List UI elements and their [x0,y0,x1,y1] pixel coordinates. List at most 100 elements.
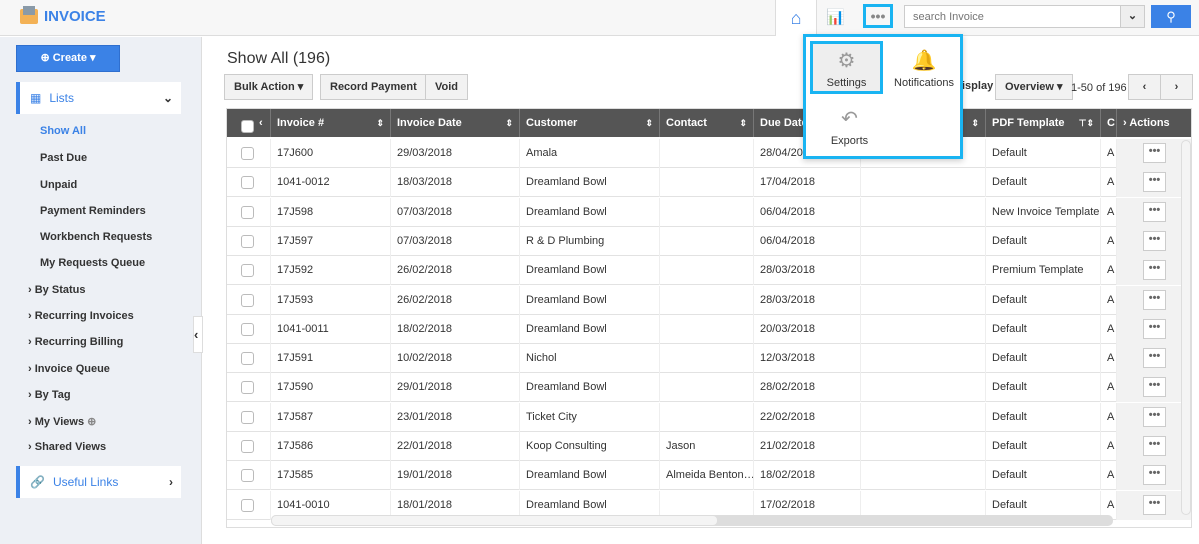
column-header[interactable]: › Actions [1117,109,1191,137]
bulk-action-button[interactable]: Bulk Action ▾ [224,74,314,100]
row-checkbox[interactable] [241,469,254,483]
useful-links-panel[interactable]: 🔗 Useful Links › [16,466,181,498]
sidebar-item-my-requests-queue[interactable]: My Requests Queue [40,257,145,269]
table-row[interactable]: 17J598 07/03/2018 Dreamland Bowl 06/04/2018… [227,197,1191,227]
row-actions-button[interactable]: ••• [1143,348,1166,369]
home-icon[interactable]: ⌂ [775,0,817,36]
table-row[interactable]: 17J600 29/03/2018 Amala 28/04/2018 Default A •… [227,139,1191,168]
horizontal-scrollbar[interactable] [271,515,1113,526]
column-header[interactable]: Customer ⇕ [520,109,660,137]
vertical-scrollbar[interactable] [1181,140,1191,515]
sort-icon[interactable]: ⇕ [971,109,979,137]
chevron-left-icon[interactable]: ‹ [259,109,263,137]
table-row[interactable]: 17J591 10/02/2018 Nichol 12/03/2018 Default A… [227,344,1191,374]
sidebar-item-show-all[interactable]: Show All [40,125,86,137]
row-actions-button[interactable]: ••• [1143,318,1166,339]
sort-icon[interactable]: ⇕ [645,109,653,137]
row-actions-button[interactable]: ••• [1143,377,1166,398]
row-actions-button[interactable]: ••• [1143,406,1166,427]
row-checkbox[interactable] [241,176,254,190]
row-actions-button[interactable]: ••• [1143,143,1166,163]
table-cell: 17J586 [271,432,391,461]
sidebar-group-recurring-billing[interactable]: › Recurring Billing [28,336,123,348]
bar-chart-icon[interactable]: 📊 [826,8,845,26]
row-checkbox[interactable] [241,440,254,453]
sort-icon[interactable]: ⇕ [505,109,513,137]
table-cell: Default [986,285,1101,315]
add-view-icon[interactable]: ⊕ [87,416,96,428]
notifications-menu-item[interactable]: 🔔 Notifications [886,44,962,89]
row-checkbox[interactable] [241,322,254,336]
row-checkbox[interactable] [241,264,254,278]
search-input[interactable] [905,6,1120,27]
sort-icon[interactable]: ⇕ [739,109,747,137]
table-row[interactable]: 17J587 23/01/2018 Ticket City 22/02/2018 Def… [227,402,1191,432]
record-payment-button[interactable]: Record Payment [320,74,427,100]
select-all-header: ‹ [227,109,271,137]
table-row[interactable]: 17J592 26/02/2018 Dreamland Bowl 28/03/2018… [227,256,1191,286]
row-select-cell [227,432,271,461]
table-cell: 17J590 [271,373,391,403]
sidebar-item-workbench-requests[interactable]: Workbench Requests [40,231,152,243]
row-actions-button[interactable]: ••• [1143,465,1166,486]
collapse-sidebar-button[interactable]: ‹ [193,316,203,353]
row-actions-button[interactable]: ••• [1143,436,1166,456]
search-button[interactable]: ⚲ [1151,5,1191,28]
more-options-button[interactable]: ••• [863,4,893,28]
sort-icon[interactable]: ⇕ [376,109,384,137]
sidebar-item-payment-reminders[interactable]: Payment Reminders [40,205,146,217]
row-checkbox[interactable] [241,381,254,395]
table-cell: 23/01/2018 [391,402,520,432]
scroll-thumb[interactable] [271,515,718,526]
sidebar-group-invoice-queue[interactable]: › Invoice Queue [28,363,110,375]
lists-panel[interactable]: ▦ Lists ⌄ [16,82,181,114]
row-actions-button[interactable]: ••• [1143,201,1166,222]
sidebar-item-past-due[interactable]: Past Due [40,152,87,164]
row-actions-button[interactable]: ••• [1143,260,1166,281]
table-cell [861,226,986,256]
table-cell: 10/02/2018 [391,344,520,374]
column-header[interactable]: Contact ⇕ [660,109,754,137]
sort-icon[interactable]: ⊤⇕ [1079,109,1094,137]
row-actions-button[interactable]: ••• [1143,494,1166,515]
row-checkbox[interactable] [241,352,254,366]
table-row[interactable]: 17J593 26/02/2018 Dreamland Bowl 28/03/2018… [227,285,1191,315]
row-checkbox[interactable] [241,498,254,512]
table-row[interactable]: 1041-0012 18/03/2018 Dreamland Bowl 17/04/2… [227,168,1191,198]
row-actions-button[interactable]: ••• [1143,230,1166,251]
row-checkbox[interactable] [241,410,254,424]
table-row[interactable]: 17J585 19/01/2018 Dreamland Bowl Almeida Be… [227,461,1191,491]
column-header[interactable]: Invoice Date ⇕ [391,109,520,137]
column-header[interactable]: C [1101,109,1117,137]
column-header[interactable]: Invoice # ⇕ [271,109,391,137]
row-actions-button[interactable]: ••• [1143,289,1166,310]
create-button[interactable]: ⊕ Create ▾ [16,45,120,72]
column-header[interactable]: PDF Template ⊤⇕ [986,109,1101,137]
table-row[interactable]: 17J597 07/03/2018 R & D Plumbing 06/04/2018… [227,226,1191,256]
table-row[interactable]: 17J586 22/01/2018 Koop Consulting Jason 21/0… [227,432,1191,461]
table-cell: 18/02/2018 [754,461,861,491]
app-logo[interactable]: INVOICE [20,6,106,25]
display-select[interactable]: Overview ▾ [995,74,1073,100]
sidebar-group-my-views[interactable]: › My Views ⊕ [28,415,96,428]
prev-page-button[interactable]: ‹ [1128,74,1161,100]
row-checkbox[interactable] [241,234,254,248]
void-button[interactable]: Void [425,74,469,100]
row-checkbox[interactable] [241,293,254,307]
settings-menu-item[interactable]: ⚙ Settings [810,41,883,94]
sidebar-group-recurring-invoices[interactable]: › Recurring Invoices [28,310,134,322]
table-row[interactable]: 1041-0011 18/02/2018 Dreamland Bowl 20/03/2… [227,314,1191,344]
select-all-checkbox[interactable] [241,120,254,133]
next-page-button[interactable]: › [1160,74,1193,100]
sidebar-item-unpaid[interactable]: Unpaid [40,179,77,191]
row-actions-button[interactable]: ••• [1143,172,1166,193]
plus-circle-icon: ⊕ [40,52,53,64]
sidebar-group-by-status[interactable]: › By Status [28,284,85,296]
exports-menu-item[interactable]: ↶ Exports [813,102,886,147]
row-checkbox[interactable] [241,205,254,219]
row-checkbox[interactable] [241,147,254,160]
chevron-down-icon[interactable]: ⌄ [1120,6,1144,27]
sidebar-group-by-tag[interactable]: › By Tag [28,389,71,401]
table-row[interactable]: 17J590 29/01/2018 Dreamland Bowl 28/02/2018… [227,373,1191,403]
sidebar-group-shared-views[interactable]: › Shared Views [28,441,106,453]
